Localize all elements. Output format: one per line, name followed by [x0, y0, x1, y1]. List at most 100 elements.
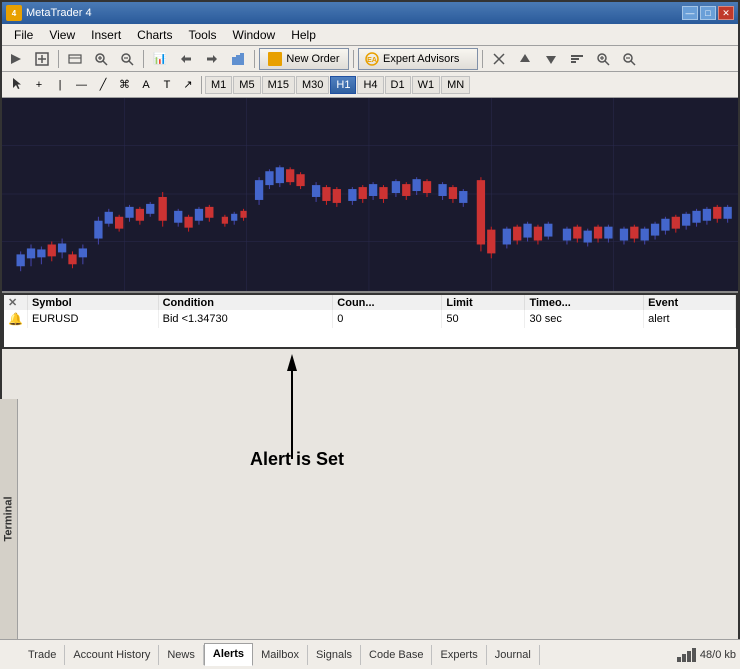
- zoom-in-button[interactable]: [89, 48, 113, 70]
- title-bar-left: 4 MetaTrader 4: [6, 5, 92, 21]
- tab-journal[interactable]: Journal: [487, 645, 540, 665]
- col-symbol: Symbol: [27, 295, 158, 310]
- col-count: Coun...: [333, 295, 442, 310]
- vertical-line-tool[interactable]: |: [50, 76, 70, 94]
- app-window: 4 MetaTrader 4 — □ ✕ File View Insert Ch…: [0, 0, 740, 669]
- alert-symbol: EURUSD: [27, 310, 158, 328]
- menu-bar: File View Insert Charts Tools Window Hel…: [2, 24, 738, 46]
- menu-window[interactable]: Window: [225, 26, 284, 44]
- status-right: 48/0 kb: [676, 647, 738, 663]
- menu-insert[interactable]: Insert: [83, 26, 129, 44]
- new-order-button[interactable]: New Order: [259, 48, 349, 70]
- tab-mailbox[interactable]: Mailbox: [253, 645, 308, 665]
- separator-5: [482, 50, 483, 68]
- close-col: ✕: [4, 295, 27, 310]
- col-limit: Limit: [442, 295, 525, 310]
- history-center-button[interactable]: [565, 48, 589, 70]
- period-m5[interactable]: M5: [233, 76, 260, 94]
- alert-annotation: Alert is Set: [250, 449, 344, 470]
- zoom-out2-button[interactable]: [617, 48, 641, 70]
- chart-area[interactable]: [2, 98, 738, 293]
- terminal-sidebar: Terminal: [2, 399, 18, 639]
- menu-charts[interactable]: Charts: [129, 26, 180, 44]
- menu-file[interactable]: File: [6, 26, 41, 44]
- toolbar-1: 📊 New Order EA Expert Advisors: [2, 46, 738, 72]
- period-m15[interactable]: M15: [262, 76, 295, 94]
- horizontal-line-tool[interactable]: —: [71, 76, 92, 94]
- chart-template-button[interactable]: 📊: [148, 48, 172, 70]
- text2-tool[interactable]: T: [157, 76, 177, 94]
- period-h4[interactable]: H4: [357, 76, 383, 94]
- price-chart: [2, 98, 738, 291]
- expert-advisors-button[interactable]: EA Expert Advisors: [358, 48, 478, 70]
- cursor-tool[interactable]: [6, 73, 28, 96]
- status-bar: Trade Account History News Alerts Mailbo…: [2, 639, 738, 667]
- terminal-label: Terminal: [3, 496, 15, 541]
- app-icon: 4: [6, 5, 22, 21]
- window-controls: — □ ✕: [682, 6, 734, 20]
- period-d1[interactable]: D1: [385, 76, 411, 94]
- tab-news[interactable]: News: [159, 645, 204, 665]
- alert-panel: ✕ Symbol Condition Coun... Limit Timeo..…: [2, 293, 738, 349]
- alert-timeout: 30 sec: [525, 310, 644, 328]
- toolbar-2: + | — ╱ ⌘ A T ↗ M1 M5 M15 M30 H1 H4 D1 W…: [2, 72, 738, 98]
- indicators-button[interactable]: [226, 48, 250, 70]
- zoom-out-button[interactable]: [115, 48, 139, 70]
- new-order-icon: [268, 52, 282, 66]
- chart-shift-button[interactable]: [174, 48, 198, 70]
- chart-period-down-button[interactable]: [539, 48, 563, 70]
- separator-4: [353, 50, 354, 68]
- chart-autoscroll-button[interactable]: [200, 48, 224, 70]
- period-h1[interactable]: H1: [330, 76, 356, 94]
- period-separator-btn[interactable]: [487, 48, 511, 70]
- menu-view[interactable]: View: [41, 26, 83, 44]
- zoom-in2-button[interactable]: [591, 48, 615, 70]
- separator-3: [254, 50, 255, 68]
- tab-experts[interactable]: Experts: [432, 645, 486, 665]
- close-alert-panel[interactable]: ✕: [8, 297, 17, 309]
- signal-bars-icon: [676, 647, 696, 663]
- close-button[interactable]: ✕: [718, 6, 734, 20]
- separator-1: [58, 50, 59, 68]
- chart-period-up-button[interactable]: [513, 48, 537, 70]
- crosshair-tool[interactable]: +: [29, 76, 49, 94]
- tab-account-history[interactable]: Account History: [65, 645, 159, 665]
- menu-help[interactable]: Help: [283, 26, 324, 44]
- status-size: 48/0 kb: [700, 649, 736, 661]
- col-timeout: Timeo...: [525, 295, 644, 310]
- profiles-button[interactable]: [63, 48, 87, 70]
- svg-text:4: 4: [12, 9, 17, 18]
- separator-2: [143, 50, 144, 68]
- period-w1[interactable]: W1: [412, 76, 441, 94]
- period-mn[interactable]: MN: [441, 76, 470, 94]
- tab-code-base[interactable]: Code Base: [361, 645, 432, 665]
- alert-condition: Bid <1.34730: [158, 310, 333, 328]
- title-bar: 4 MetaTrader 4 — □ ✕: [2, 2, 738, 24]
- alert-event: alert: [644, 310, 736, 328]
- minimize-button[interactable]: —: [682, 6, 698, 20]
- period-m30[interactable]: M30: [296, 76, 329, 94]
- alert-bell: 🔔: [4, 310, 27, 328]
- alert-count: 0: [333, 310, 442, 328]
- tab-signals[interactable]: Signals: [308, 645, 361, 665]
- text-tool[interactable]: A: [136, 76, 156, 94]
- arrow-tool-button[interactable]: [4, 48, 28, 70]
- alerts-table: ✕ Symbol Condition Coun... Limit Timeo..…: [4, 295, 736, 328]
- period-m1[interactable]: M1: [205, 76, 232, 94]
- trendline-tool[interactable]: ╱: [93, 75, 113, 94]
- menu-tools[interactable]: Tools: [181, 26, 225, 44]
- fibonacci-tool[interactable]: ⌘: [114, 75, 135, 94]
- alert-limit: 50: [442, 310, 525, 328]
- tab-trade[interactable]: Trade: [20, 645, 65, 665]
- status-tabs: Trade Account History News Alerts Mailbo…: [2, 643, 676, 666]
- content-area: ✕ Symbol Condition Coun... Limit Timeo..…: [2, 98, 738, 667]
- col-condition: Condition: [158, 295, 333, 310]
- maximize-button[interactable]: □: [700, 6, 716, 20]
- new-chart-button[interactable]: [30, 48, 54, 70]
- alert-row[interactable]: 🔔 EURUSD Bid <1.34730 0 50 30 sec alert: [4, 310, 736, 328]
- lower-content: Alert is Set: [2, 349, 738, 667]
- window-title: MetaTrader 4: [26, 7, 92, 19]
- arrow-tool[interactable]: ↗: [178, 75, 198, 94]
- tab-alerts[interactable]: Alerts: [204, 643, 253, 666]
- tb2-separator: [201, 76, 202, 94]
